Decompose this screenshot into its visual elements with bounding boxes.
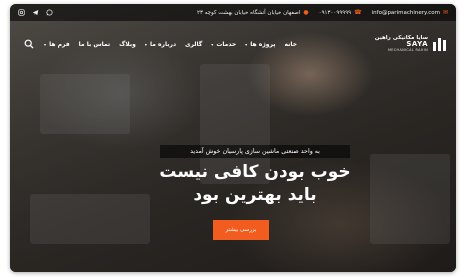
location-pin-icon: ● [303,9,309,16]
nav-item-blog[interactable]: وبلاگ [119,41,136,48]
headline-line-2: باید بهترین بود [193,185,317,205]
address-text: اصفهان خیابان آتشگاه خیابان بهشت کوچه ۲۳ [197,9,301,16]
nav-menu: خانه پروژه ها ▾ خدمات ▾ گالری درباره ما … [44,41,297,48]
nav-item-contact[interactable]: تماس با ما [79,41,110,48]
instagram-icon[interactable] [18,9,25,16]
headline-line-1: خوب بودن کافی نیست [159,162,351,182]
chevron-down-icon: ▾ [211,41,214,47]
hero-headline: خوب بودن کافی نیست باید بهترین بود [120,161,390,207]
nav-item-services[interactable]: خدمات ▾ [211,41,236,48]
envelope-icon: ✉ [442,9,448,16]
logo-text: سایا مکانیکی راهین SAYA MECHANICAL RAHIN [375,35,428,53]
read-more-button[interactable]: بررسی بیشتر [213,220,269,240]
email-item[interactable]: ✉ info@parimachinery.com [372,9,448,16]
chevron-down-icon: ▾ [245,41,248,47]
phone-text: ۰۹۱۳۰۰۹۹۹۹۹ [318,9,352,16]
contact-info: ✉ info@parimachinery.com ☎ ۰۹۱۳۰۰۹۹۹۹۹ ●… [197,9,448,16]
nav-item-home[interactable]: خانه [285,41,297,48]
chevron-down-icon: ▾ [144,41,147,47]
telegram-icon[interactable] [32,9,39,16]
nav-item-gallery[interactable]: گالری [185,41,202,48]
logo-mark-icon [433,37,446,51]
nav-label: خدمات [216,40,237,48]
top-info-bar: ✉ info@parimachinery.com ☎ ۰۹۱۳۰۰۹۹۹۹۹ ●… [10,4,456,21]
social-links [18,9,53,16]
site-logo[interactable]: سایا مکانیکی راهین SAYA MECHANICAL RAHIN [375,35,448,53]
browser-frame: ✉ info@parimachinery.com ☎ ۰۹۱۳۰۰۹۹۹۹۹ ●… [10,4,456,272]
address-item: ● اصفهان خیابان آتشگاه خیابان بهشت کوچه … [197,9,309,16]
phone-icon: ☎ [354,9,362,16]
nav-item-forms[interactable]: فرم ها ▾ [44,41,70,48]
nav-label: فرم ها [49,40,70,48]
search-icon[interactable] [24,39,34,49]
hero-tagline: به واحد صنعتی ماشین سازی پارسیان خوش آمد… [160,145,350,158]
phone-item[interactable]: ☎ ۰۹۱۳۰۰۹۹۹۹۹ [319,9,362,16]
main-navbar: خانه پروژه ها ▾ خدمات ▾ گالری درباره ما … [10,30,456,58]
logo-subtitle: MECHANICAL RAHIN [387,47,428,52]
email-text: info@parimachinery.com [371,9,440,16]
nav-item-projects[interactable]: پروژه ها ▾ [245,41,275,48]
nav-label: درباره ما [149,40,177,48]
nav-item-about[interactable]: درباره ما ▾ [145,41,176,48]
nav-label: پروژه ها [250,40,276,48]
whatsapp-icon[interactable] [46,9,53,16]
chevron-down-icon: ▾ [44,41,47,47]
